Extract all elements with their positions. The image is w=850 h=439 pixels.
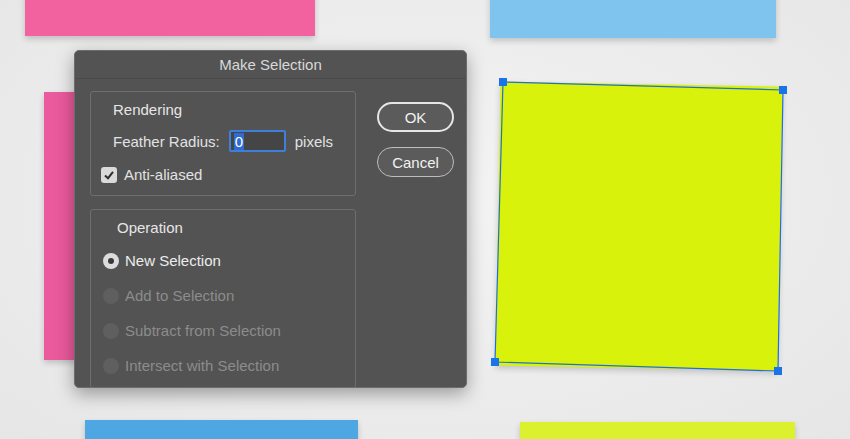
radio-circle [103,253,119,269]
operation-radio: Intersect with Selection [103,348,345,383]
group-legend: Rendering [113,101,345,119]
radio-label: New Selection [125,252,221,269]
radio-label: Subtract from Selection [125,322,281,339]
checkbox-label: Anti-aliased [124,166,202,183]
sticky-note [520,422,795,439]
feather-label: Feather Radius: [113,133,220,150]
sticky-note [85,420,358,439]
feather-value: 0 [234,133,244,150]
cancel-button[interactable]: Cancel [377,147,454,177]
feather-unit: pixels [295,133,333,150]
radio-list: New Selection Add to Selection Subtract fr… [103,243,345,383]
operation-radio[interactable]: New Selection [103,243,345,278]
ok-button[interactable]: OK [377,102,454,132]
sticky-note [490,0,776,38]
feather-row: Feather Radius: 0 pixels [113,130,345,152]
rendering-group: Rendering Feather Radius: 0 pixels Anti-alia… [90,91,356,196]
feather-input[interactable]: 0 [229,130,286,152]
photoshop-canvas: Make Selection Rendering Feather Radius: 0 p… [0,0,850,439]
operation-radio: Add to Selection [103,278,345,313]
sticky-note [496,82,783,371]
dialog-body: Rendering Feather Radius: 0 pixels Anti-alia… [75,79,466,388]
radio-label: Intersect with Selection [125,357,279,374]
operation-group: Operation New Selection Add to Selection Su… [90,209,356,388]
options-column: Rendering Feather Radius: 0 pixels Anti-alia… [90,91,356,388]
anti-aliased-checkbox[interactable]: Anti-aliased [101,166,345,183]
group-legend: Operation [117,219,345,237]
radio-dot [108,258,114,264]
button-column: OK Cancel [377,91,454,388]
radio-label: Add to Selection [125,287,234,304]
check-icon [103,169,115,181]
radio-circle [103,358,119,374]
checkbox-box[interactable] [101,167,117,183]
sticky-note [25,0,315,36]
radio-circle [103,288,119,304]
make-selection-dialog: Make Selection Rendering Feather Radius: 0 p… [74,50,467,388]
dialog-title: Make Selection [75,51,466,79]
operation-radio: Subtract from Selection [103,313,345,348]
radio-circle [103,323,119,339]
